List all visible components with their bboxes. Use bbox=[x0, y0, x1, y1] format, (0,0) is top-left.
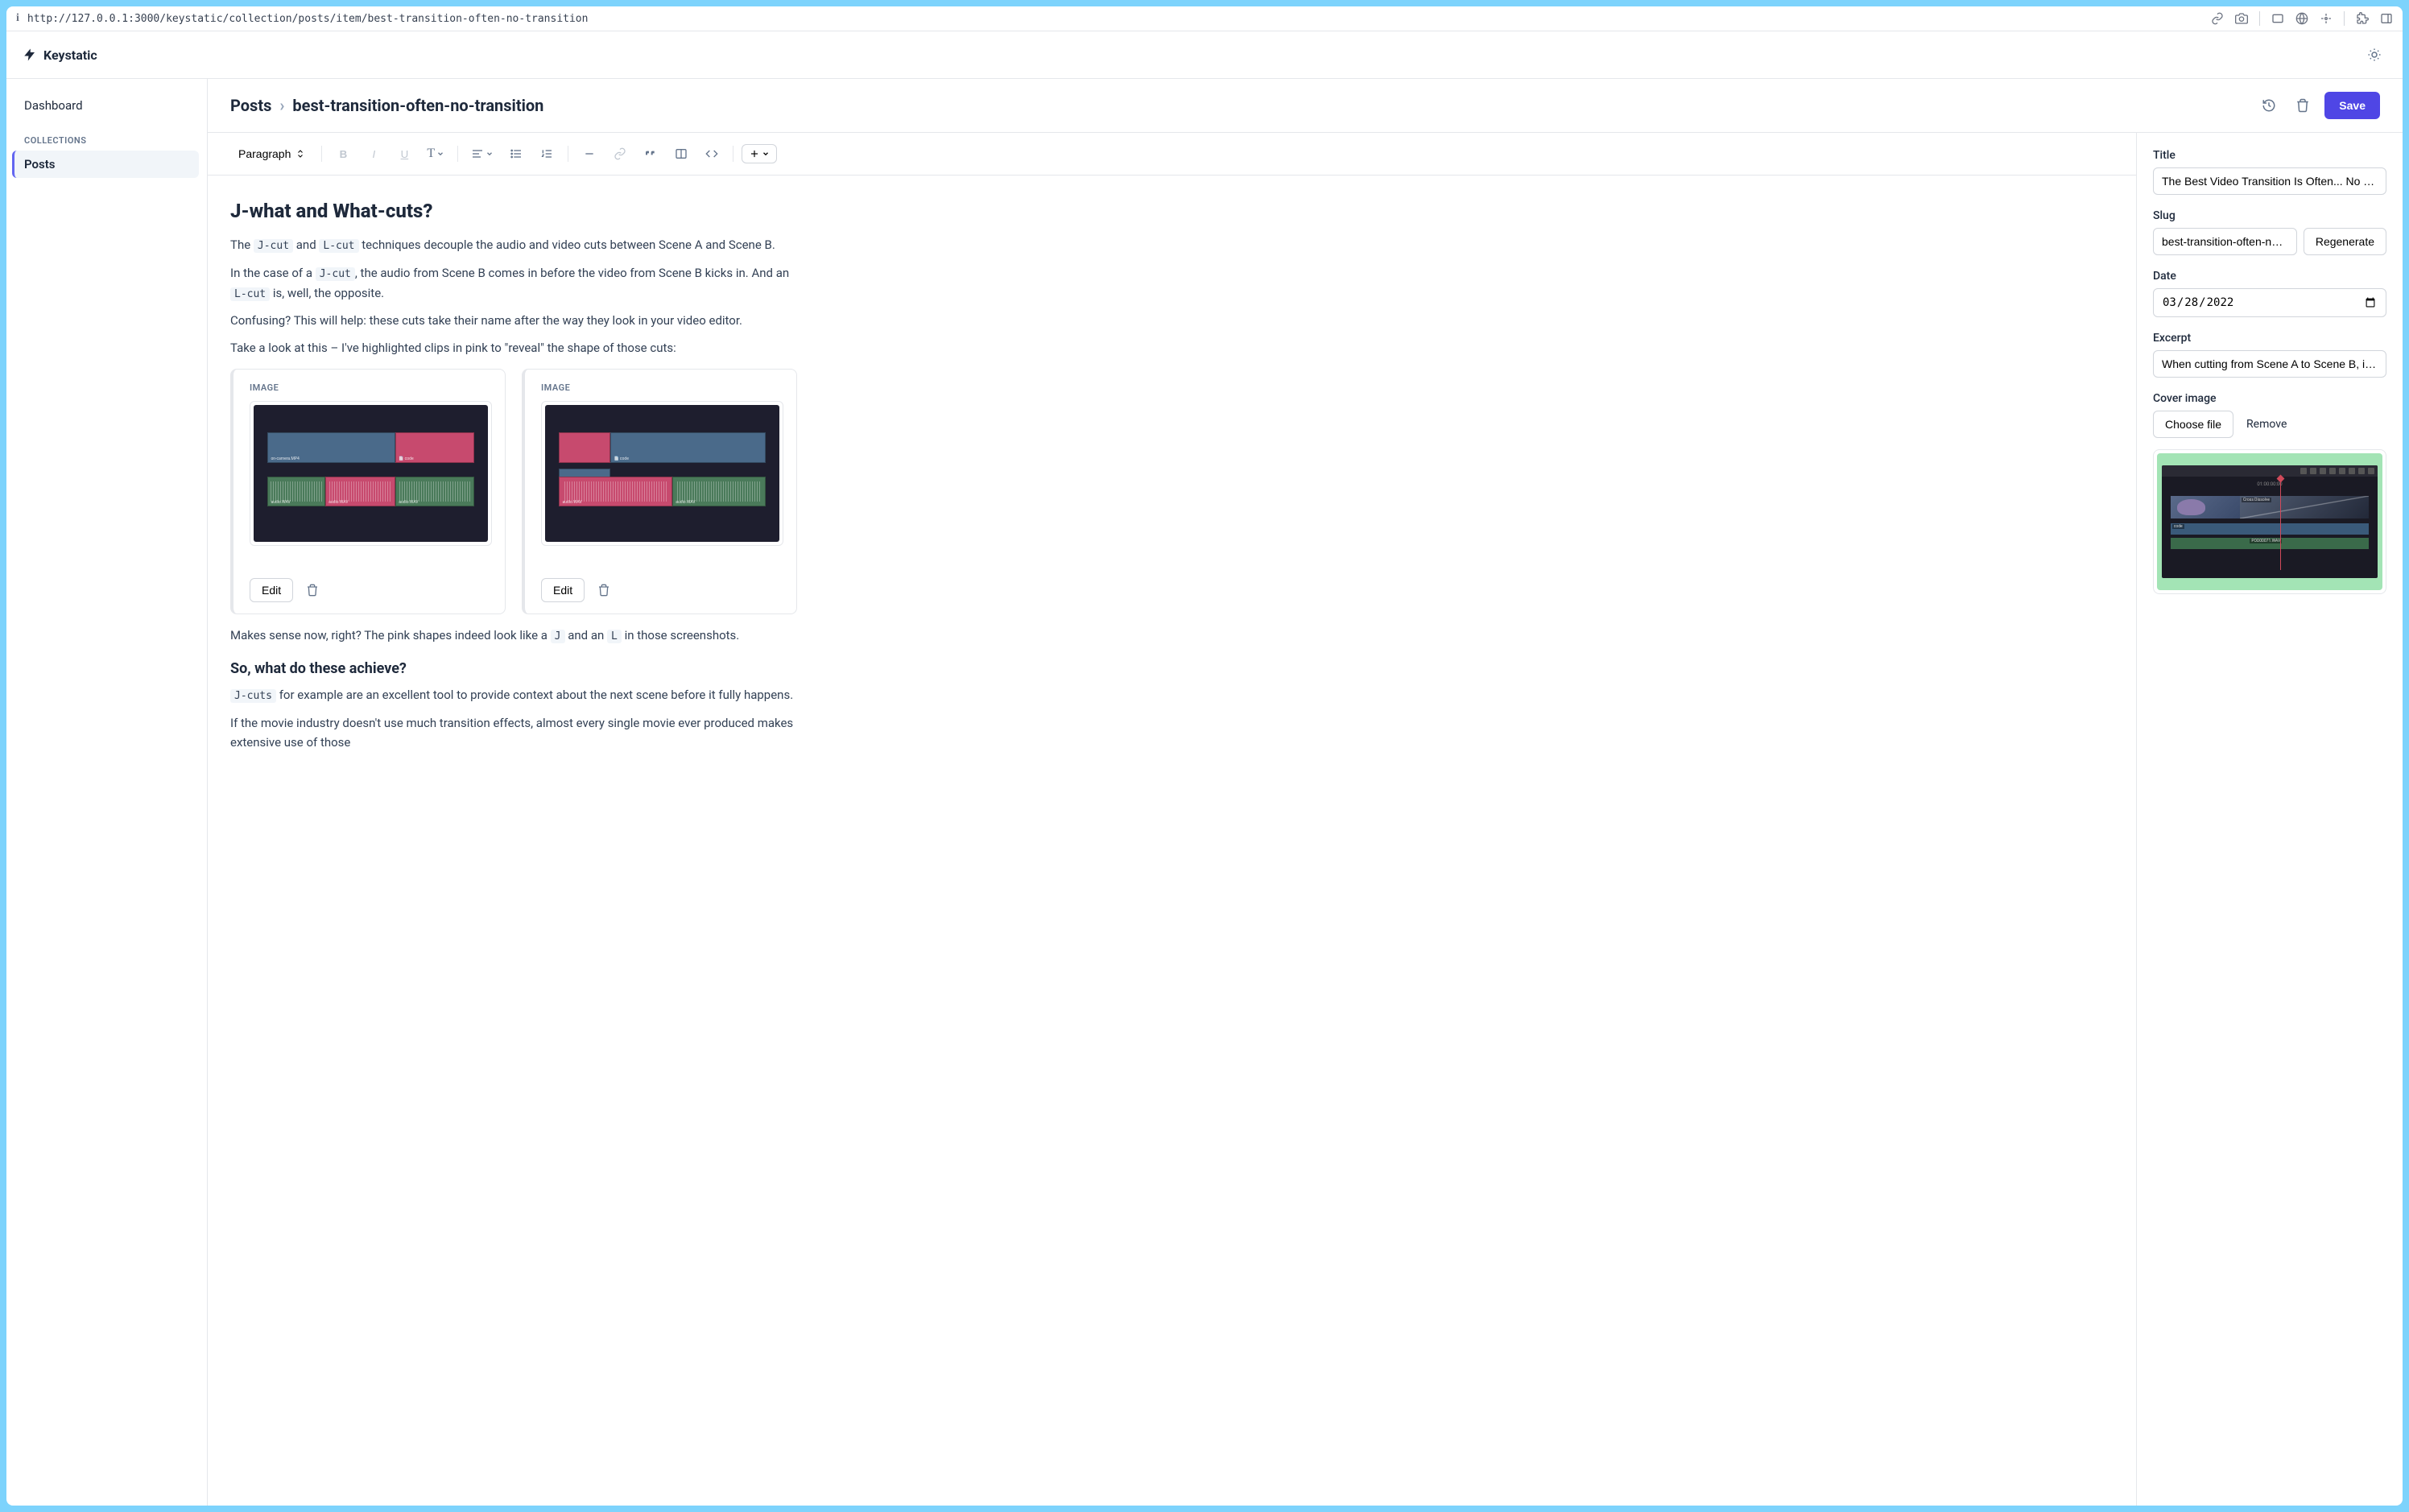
bold-button[interactable]: B bbox=[330, 141, 356, 167]
editor-toolbar: Paragraph B I U T bbox=[208, 133, 2136, 176]
heading[interactable]: J-what and What-cuts? bbox=[230, 200, 797, 222]
plus-icon bbox=[749, 148, 760, 159]
link-icon bbox=[614, 147, 626, 160]
title-label: Title bbox=[2153, 149, 2386, 162]
editor-column: Paragraph B I U T bbox=[208, 133, 2137, 1506]
quote-button[interactable] bbox=[638, 141, 663, 167]
bullet-list-button[interactable] bbox=[503, 141, 529, 167]
quote-icon bbox=[644, 147, 657, 160]
folder-icon[interactable] bbox=[2271, 12, 2284, 25]
breadcrumb-collection[interactable]: Posts bbox=[230, 96, 271, 115]
camera-icon[interactable] bbox=[2235, 12, 2248, 25]
image-block-jcut[interactable]: IMAGE on-camera.MP4 📄 code audio.W bbox=[230, 369, 506, 614]
paragraph[interactable]: If the movie industry doesn't use much t… bbox=[230, 713, 797, 752]
sidebar-item-label: Posts bbox=[24, 157, 55, 171]
link-icon[interactable] bbox=[2211, 12, 2224, 25]
image-delete-button[interactable] bbox=[301, 579, 324, 601]
sun-icon bbox=[2367, 48, 2382, 62]
chevron-right-icon: › bbox=[279, 96, 284, 115]
divider bbox=[2344, 11, 2345, 26]
divider-button[interactable] bbox=[576, 141, 602, 167]
paragraph[interactable]: Makes sense now, right? The pink shapes … bbox=[230, 626, 797, 646]
image-edit-button[interactable]: Edit bbox=[250, 578, 293, 602]
history-button[interactable] bbox=[2257, 93, 2281, 118]
url-text[interactable]: http://127.0.0.1:3000/keystatic/collecti… bbox=[27, 13, 2203, 25]
breadcrumb-item: best-transition-often-no-transition bbox=[292, 96, 543, 115]
insert-button[interactable] bbox=[742, 144, 777, 163]
excerpt-label: Excerpt bbox=[2153, 332, 2386, 345]
panel-icon[interactable] bbox=[2380, 12, 2393, 25]
app-header: Keystatic bbox=[6, 31, 2403, 79]
excerpt-input[interactable] bbox=[2153, 350, 2386, 378]
italic-button[interactable]: I bbox=[361, 141, 386, 167]
sidebar: Dashboard COLLECTIONS Posts bbox=[6, 79, 208, 1506]
list-icon bbox=[510, 147, 523, 160]
paragraph[interactable]: J-cuts for example are an excellent tool… bbox=[230, 685, 797, 705]
document-body[interactable]: J-what and What-cuts? The J-cut and L-cu… bbox=[208, 176, 820, 792]
code-icon bbox=[705, 147, 718, 160]
breadcrumb: Posts › best-transition-often-no-transit… bbox=[230, 96, 543, 115]
underline-button[interactable]: U bbox=[391, 141, 417, 167]
ordered-list-icon bbox=[540, 147, 553, 160]
paragraph[interactable]: The J-cut and L-cut techniques decouple … bbox=[230, 235, 797, 255]
info-icon: i bbox=[16, 12, 19, 25]
choose-file-button[interactable]: Choose file bbox=[2153, 411, 2233, 438]
chevron-updown-icon bbox=[295, 149, 305, 159]
separator bbox=[457, 146, 458, 162]
trash-icon bbox=[306, 584, 319, 597]
text-format-button[interactable]: T bbox=[422, 141, 449, 167]
slug-input[interactable] bbox=[2153, 228, 2297, 255]
image-label: IMAGE bbox=[541, 382, 783, 393]
image-label: IMAGE bbox=[250, 382, 492, 393]
heading[interactable]: So, what do these achieve? bbox=[230, 660, 797, 677]
date-input[interactable] bbox=[2153, 288, 2386, 317]
paragraph[interactable]: In the case of a J-cut, the audio from S… bbox=[230, 263, 797, 304]
brand[interactable]: Keystatic bbox=[23, 48, 97, 63]
brand-name: Keystatic bbox=[43, 48, 97, 63]
title-input[interactable] bbox=[2153, 167, 2386, 195]
date-label: Date bbox=[2153, 270, 2386, 283]
align-button[interactable] bbox=[466, 141, 498, 167]
image-edit-button[interactable]: Edit bbox=[541, 578, 585, 602]
image-preview: 📄 code on-camera.MP4 audio.WAV audio.WAV bbox=[541, 401, 783, 546]
trash-icon bbox=[2295, 98, 2310, 113]
image-block-lcut[interactable]: IMAGE 📄 code on-camera.MP4 bbox=[522, 369, 797, 614]
lightning-icon bbox=[23, 48, 37, 62]
sidebar-item-posts[interactable]: Posts bbox=[12, 151, 199, 178]
link-button[interactable] bbox=[607, 141, 633, 167]
cover-image-preview: 01:00:00:00 Cross Dissolve code POD00071… bbox=[2153, 449, 2386, 594]
ordered-list-button[interactable] bbox=[534, 141, 560, 167]
image-delete-button[interactable] bbox=[593, 579, 615, 601]
save-button[interactable]: Save bbox=[2324, 92, 2380, 119]
sidebar-section-label: COLLECTIONS bbox=[14, 130, 199, 151]
divider bbox=[2259, 11, 2260, 26]
globe-icon[interactable] bbox=[2295, 12, 2308, 25]
columns-button[interactable] bbox=[668, 141, 694, 167]
separator bbox=[321, 146, 322, 162]
browser-url-bar: i http://127.0.0.1:3000/keystatic/collec… bbox=[6, 6, 2403, 31]
delete-button[interactable] bbox=[2291, 93, 2315, 118]
chevron-down-icon bbox=[762, 150, 770, 158]
minus-icon bbox=[583, 147, 596, 160]
regenerate-button[interactable]: Regenerate bbox=[2304, 228, 2386, 255]
align-icon bbox=[471, 147, 484, 160]
cover-label: Cover image bbox=[2153, 392, 2386, 405]
remove-button[interactable]: Remove bbox=[2246, 418, 2287, 431]
theme-toggle[interactable] bbox=[2362, 43, 2386, 67]
sidebar-dashboard[interactable]: Dashboard bbox=[14, 92, 199, 119]
code-button[interactable] bbox=[699, 141, 725, 167]
target-icon[interactable] bbox=[2320, 12, 2333, 25]
fields-panel: Title Slug Regenerate Date bbox=[2137, 133, 2403, 1506]
paragraph[interactable]: Take a look at this – I've highlighted c… bbox=[230, 338, 797, 357]
paragraph[interactable]: Confusing? This will help: these cuts ta… bbox=[230, 311, 797, 330]
history-icon bbox=[2262, 98, 2276, 113]
block-type-select[interactable]: Paragraph bbox=[230, 143, 313, 165]
columns-icon bbox=[675, 147, 688, 160]
image-preview: on-camera.MP4 📄 code audio.WAV audio.WAV… bbox=[250, 401, 492, 546]
puzzle-icon[interactable] bbox=[2356, 12, 2369, 25]
trash-icon bbox=[597, 584, 610, 597]
slug-label: Slug bbox=[2153, 209, 2386, 222]
page-header: Posts › best-transition-often-no-transit… bbox=[208, 79, 2403, 133]
